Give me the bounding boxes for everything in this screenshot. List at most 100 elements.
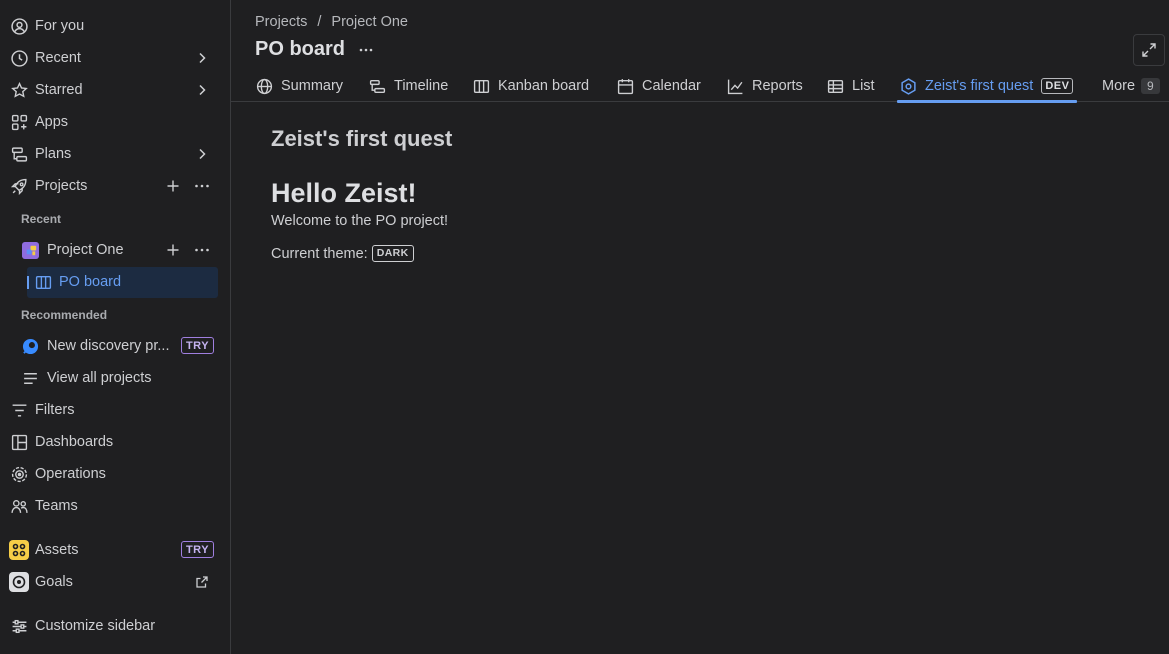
theme-label: Current theme:	[271, 245, 368, 262]
add-project-icon[interactable]	[166, 179, 180, 193]
sidebar-item-label: Starred	[35, 82, 83, 98]
tab-list[interactable]: List	[827, 70, 875, 102]
welcome-text: Welcome to the PO project!	[271, 213, 449, 229]
chevron-right-icon[interactable]	[195, 51, 209, 65]
expand-icon	[1142, 43, 1156, 57]
sidebar-item-operations[interactable]: Operations	[0, 459, 230, 489]
page-title: PO board	[255, 38, 346, 60]
teams-icon	[10, 497, 28, 515]
sidebar-item-starred[interactable]: Starred	[0, 75, 230, 105]
tab-bar: Summary Timeline Kanban board Calendar R…	[231, 70, 1169, 103]
sidebar-item-label: Operations	[35, 466, 106, 482]
project-avatar-icon	[21, 241, 39, 259]
tab-label: Calendar	[642, 78, 701, 94]
sidebar-item-label: Projects	[35, 178, 88, 194]
rocket-icon	[10, 177, 28, 195]
add-item-icon[interactable]	[166, 243, 180, 257]
sidebar-item-dashboards[interactable]: Dashboards	[0, 427, 230, 457]
user-circle-icon	[10, 17, 28, 35]
sidebar-item-po-board[interactable]: PO board	[0, 267, 230, 297]
breadcrumb-separator: /	[317, 14, 322, 30]
breadcrumb: Projects / Project One	[255, 14, 408, 30]
globe-icon	[256, 78, 273, 94]
sidebar-item-view-all-projects[interactable]: View all projects	[0, 363, 230, 393]
tab-reports[interactable]: Reports	[727, 70, 803, 102]
star-icon	[10, 81, 28, 99]
tab-more[interactable]: More 9	[1102, 70, 1160, 102]
customize-sidebar-button[interactable]: Customize sidebar	[0, 611, 230, 641]
sidebar-item-label: Plans	[35, 146, 72, 162]
sidebar-item-apps[interactable]: Apps	[0, 107, 230, 137]
breadcrumb-project-one[interactable]: Project One	[331, 14, 408, 30]
sidebar-item-label: Dashboards	[35, 434, 114, 450]
table-icon	[827, 79, 844, 93]
more-actions-icon[interactable]	[358, 42, 374, 58]
more-options-icon[interactable]	[194, 179, 210, 193]
external-link-icon[interactable]	[195, 575, 209, 589]
sidebar-item-teams[interactable]: Teams	[0, 491, 230, 521]
sidebar-item-label: Filters	[35, 402, 75, 418]
try-badge: TRY	[181, 541, 214, 558]
sidebar-item-projects[interactable]: Projects	[0, 171, 230, 201]
more-options-icon[interactable]	[194, 243, 210, 257]
sidebar-item-label: Project One	[47, 242, 124, 258]
clock-icon	[10, 49, 28, 67]
tab-label: Zeist's first quest	[925, 78, 1034, 94]
list-icon	[21, 369, 39, 387]
tab-zeists-first-quest[interactable]: Zeist's first quest DEV	[897, 70, 1078, 103]
fullscreen-button[interactable]	[1133, 34, 1165, 66]
tab-summary[interactable]: Summary	[256, 70, 343, 102]
tab-label: Summary	[281, 78, 344, 94]
sidebar-item-label: Teams	[35, 498, 78, 514]
plans-icon	[10, 145, 28, 163]
tab-timeline[interactable]: Timeline	[369, 70, 448, 102]
tab-kanban-board[interactable]: Kanban board	[473, 70, 589, 102]
dashboard-icon	[10, 433, 28, 451]
sidebar-item-assets[interactable]: Assets TRY	[0, 535, 230, 565]
greeting-heading: Hello Zeist!	[271, 178, 417, 208]
discovery-icon	[21, 337, 39, 355]
sidebar-item-recent[interactable]: Recent	[0, 43, 230, 73]
quest-title: Zeist's first quest	[271, 126, 453, 151]
sidebar-item-label: Apps	[35, 114, 69, 130]
calendar-icon	[617, 78, 634, 94]
sidebar-item-new-discovery[interactable]: New discovery pr... TRY	[0, 331, 230, 361]
tab-label: List	[852, 78, 875, 94]
hexagon-icon	[901, 77, 916, 95]
sidebar-item-plans[interactable]: Plans	[0, 139, 230, 169]
sidebar-item-label: View all projects	[47, 370, 152, 386]
chevron-right-icon[interactable]	[195, 83, 209, 97]
board-icon	[34, 273, 52, 291]
settings-sliders-icon	[10, 617, 28, 635]
theme-row: Current theme: DARK	[271, 245, 414, 262]
goals-icon	[9, 572, 29, 592]
sidebar-item-label: Customize sidebar	[35, 618, 156, 634]
sidebar: For you Recent Starred Apps Plans Projec…	[0, 0, 231, 654]
tab-label: Reports	[752, 78, 803, 94]
board-icon	[473, 79, 490, 93]
tab-label: Kanban board	[498, 78, 590, 94]
sidebar-item-label: Goals	[35, 574, 73, 590]
sidebar-item-goals[interactable]: Goals	[0, 567, 230, 597]
sidebar-item-label: New discovery pr...	[47, 338, 170, 354]
apps-icon	[10, 113, 28, 131]
tab-label: More	[1102, 78, 1136, 94]
chart-line-icon	[727, 79, 743, 94]
main-content: Projects / Project One PO board Summary …	[231, 0, 1169, 654]
section-header-recent: Recent	[21, 212, 62, 226]
filter-icon	[10, 401, 28, 419]
operations-icon	[10, 465, 28, 483]
theme-badge: DARK	[371, 245, 414, 262]
sidebar-item-project-one[interactable]: Project One	[0, 235, 230, 265]
timeline-icon	[369, 79, 386, 93]
assets-icon	[9, 540, 29, 560]
sidebar-item-filters[interactable]: Filters	[0, 395, 230, 425]
sidebar-item-label: PO board	[59, 274, 122, 290]
sidebar-item-label: For you	[35, 18, 85, 34]
chevron-right-icon[interactable]	[195, 147, 209, 161]
sidebar-item-label: Assets	[35, 542, 79, 558]
tab-calendar[interactable]: Calendar	[617, 70, 701, 102]
sidebar-item-for-you[interactable]: For you	[0, 11, 230, 41]
dev-badge: DEV	[1041, 78, 1074, 94]
breadcrumb-projects[interactable]: Projects	[255, 14, 307, 30]
